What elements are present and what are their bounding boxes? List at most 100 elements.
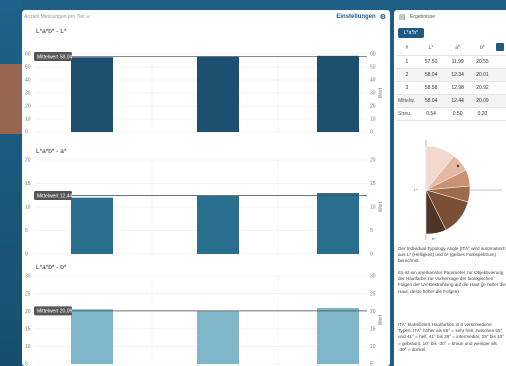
chart-a-svg: 20 20 15 15 10 10 5 5 0 0 Mittelwert 12,44 Wert [25,158,384,258]
y-tick-label: 20 [25,104,31,110]
y-tick-label-right: 5 [370,362,373,366]
y-tick-label: 15 [25,181,31,187]
table-cell: 20.55 [470,55,494,69]
measurement-count-label[interactable]: Anzahl Messungen pro Tier ∞ [24,14,90,20]
chart-l-svg: 60 60 50 50 40 40 30 30 20 20 10 10 0 0 Mittelwert 58,… [25,52,384,136]
svg-text:L*: L* [414,187,418,192]
table-cell: 20.09 [470,94,494,108]
table-header: b* [470,42,494,56]
chart-b: L*a*b* - b* 30 30 25 25 20 20 15 15 10 10 5 5 Mittel… [22,260,390,366]
table-cell: 1 [396,55,418,69]
table-header-badge[interactable] [493,42,506,56]
right-axis-label: Wert [378,87,384,98]
results-panel: ▤ Ergebnisse L*a*b* # L* a* b* 1 57.50 1… [394,10,506,366]
y-tick-label: 10 [25,344,31,350]
y-tick-label-right: 20 [370,158,376,164]
table-cell: 58.04 [417,68,445,82]
bar-3[interactable] [317,307,359,364]
table-header-row: # L* a* b* [396,42,506,56]
table-row: 2 58.04 12.34 20.01 [396,68,506,82]
y-tick-label: 25 [25,291,31,297]
y-tick-label-right: 25 [370,291,376,297]
table-cell: 0.20 [470,107,494,121]
y-tick-label-right: 30 [370,91,376,97]
table-header: a* [444,42,471,56]
bar-2[interactable] [197,196,239,254]
charts-header: Anzahl Messungen pro Tier ∞ Einstellunge… [22,10,390,24]
results-table: # L* a* b* 1 57.50 11.99 20.55 2 58.04 1… [396,42,506,121]
y-tick-label-right: 20 [370,309,376,315]
table-cell: 0.50 [444,107,471,121]
chart-b-svg: 30 30 25 25 20 20 15 15 10 10 5 5 Mittelwert 20,09 We… [25,274,384,366]
y-tick-label: 30 [25,274,31,280]
table-cell: 12.44 [444,94,471,108]
bar-1[interactable] [71,57,113,132]
bar-3[interactable] [317,55,359,132]
table-cell: 20.92 [470,81,494,95]
mean-label: Mittelwert 20,09 [37,309,73,315]
svg-text:b*: b* [432,236,436,241]
y-tick-label-right: 30 [370,274,376,280]
mean-label: Mittelwert 12,44 [37,193,73,199]
bar-2[interactable] [197,311,239,364]
y-tick-label-right: 0 [370,252,373,258]
bar-1[interactable] [71,197,113,254]
y-tick-label: 50 [25,65,31,71]
y-tick-label: 60 [25,52,31,58]
y-tick-label-right: 40 [370,78,376,84]
table-cell: 11.99 [444,55,471,69]
y-tick-label: 5 [25,228,28,234]
y-tick-label: 30 [25,91,31,97]
y-tick-label: 0 [25,130,28,136]
y-tick-label: 15 [25,327,31,333]
y-tick-label: 0 [25,252,28,258]
chart-a: L*a*b* - a* 20 20 15 15 10 10 5 5 0 0 Mittelwert 1… [22,144,390,260]
y-tick-label: 5 [25,362,28,366]
y-tick-label-right: 15 [370,181,376,187]
y-tick-label-right: 10 [370,205,376,211]
gear-icon: ⚙ [379,14,386,21]
y-tick-label-right: 5 [370,228,373,234]
bar-2[interactable] [197,56,239,132]
results-icon: ▤ [399,14,406,21]
y-tick-label-right: 15 [370,327,376,333]
y-tick-label: 20 [25,309,31,315]
tab-lab[interactable]: L*a*b* [398,28,424,38]
table-row: 1 57.50 11.99 20.55 [396,55,506,69]
table-header: L* [417,42,445,56]
table-cell: 3 [396,81,418,95]
results-header: ▤ Ergebnisse [394,10,506,24]
background-strip [0,0,22,366]
right-axis-label: Wert [378,201,384,212]
table-cell: Streu. [396,107,418,121]
y-tick-label-right: 0 [370,130,373,136]
table-row: 3 58.58 12.98 20.92 [396,81,506,95]
y-tick-label-right: 10 [370,344,376,350]
table-row: Mittelw. 58.04 12.44 20.09 [396,94,506,108]
table-cell: 2 [396,68,418,82]
settings-label: Einstellungen [336,14,376,20]
bar-3[interactable] [317,192,359,254]
table-header: # [396,42,418,56]
y-tick-label-right: 20 [370,104,376,110]
table-row: Streu. 0.54 0.50 0.20 [396,107,506,121]
table-cell: Mittelw. [396,94,418,108]
y-tick-label-right: 50 [370,65,376,71]
table-cell: 0.54 [417,107,445,121]
table-cell: 58.04 [417,94,445,108]
table-cell: 12.98 [444,81,471,95]
mean-label: Mittelwert 58,04 [37,54,73,60]
y-tick-label: 10 [25,117,31,123]
background-accent [0,64,22,134]
chart-l: L*a*b* - L* 60 60 50 50 40 40 30 30 20 20 10 10 0 0 Mi… [22,24,390,142]
settings-button[interactable]: Einstellungen ⚙ [336,13,386,21]
ita-description-2: Es ist ein anerkannter Parameter zur Obj… [398,270,506,294]
table-cell: 57.50 [417,55,445,69]
results-title: Ergebnisse [410,14,436,20]
y-tick-label-right: 10 [370,117,376,123]
y-tick-label: 10 [25,205,31,211]
y-tick-label-right: 60 [370,52,376,58]
ita-description-3: ITA° klassifiziert Hautfarben in 6 versc… [398,322,504,352]
table-cell: 12.34 [444,68,471,82]
bar-1[interactable] [71,309,113,364]
